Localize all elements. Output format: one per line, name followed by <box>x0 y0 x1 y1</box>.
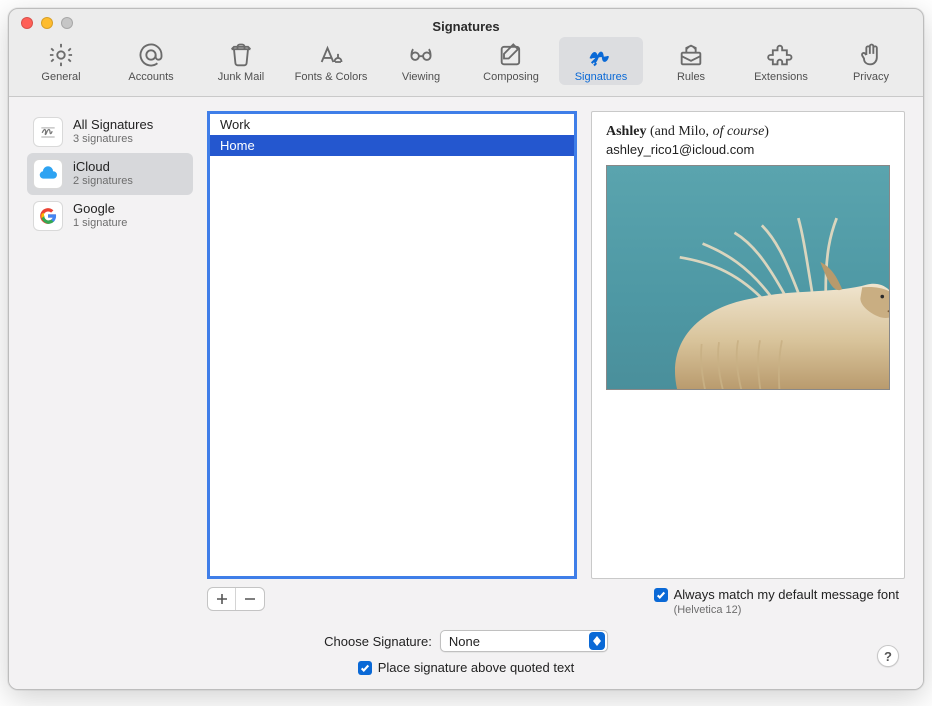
puzzle-icon <box>767 41 795 69</box>
account-count: 3 signatures <box>73 133 153 146</box>
toolbar-label: General <box>41 71 80 83</box>
toolbar-accounts[interactable]: Accounts <box>109 37 193 85</box>
checkbox-checked-icon <box>358 661 372 675</box>
account-google[interactable]: Google 1 signature <box>27 195 193 237</box>
accounts-column: All Signatures 3 signatures iCloud 2 sig… <box>27 111 193 579</box>
hand-icon <box>857 41 885 69</box>
signatures-list[interactable]: Work Home <box>207 111 577 579</box>
choose-signature-row: Choose Signature: None <box>27 630 905 652</box>
toolbar-label: Junk Mail <box>218 71 264 83</box>
toolbar-privacy[interactable]: Privacy <box>829 37 913 85</box>
signature-image <box>606 165 890 390</box>
signature-item-work[interactable]: Work <box>210 114 574 135</box>
toolbar-label: Viewing <box>402 71 440 83</box>
signature-item-home[interactable]: Home <box>210 135 574 156</box>
minimize-window-button[interactable] <box>41 17 53 29</box>
match-font-checkbox[interactable]: Always match my default message font <box>654 587 899 602</box>
toolbar-extensions[interactable]: Extensions <box>739 37 823 85</box>
google-icon <box>33 201 63 231</box>
match-font-detail: (Helvetica 12) <box>674 604 899 616</box>
trash-icon <box>227 41 255 69</box>
zoom-window-button[interactable] <box>61 17 73 29</box>
toolbar-label: Rules <box>677 71 705 83</box>
account-name: All Signatures <box>73 118 153 133</box>
add-signature-button[interactable] <box>208 588 236 610</box>
account-name: iCloud <box>73 160 133 175</box>
match-font-label: Always match my default message font <box>674 587 899 602</box>
toolbar-label: Accounts <box>128 71 173 83</box>
signature-name-bold: Ashley <box>606 124 646 139</box>
account-all-signatures[interactable]: All Signatures 3 signatures <box>27 111 193 153</box>
rules-icon <box>677 41 705 69</box>
signature-icon <box>587 41 615 69</box>
toolbar-label: Composing <box>483 71 539 83</box>
choose-signature-select[interactable]: None <box>440 630 608 652</box>
columns: All Signatures 3 signatures iCloud 2 sig… <box>9 97 923 583</box>
at-sign-icon <box>137 41 165 69</box>
add-remove-control <box>207 587 265 611</box>
preferences-window: Signatures General Accounts Junk Mail <box>8 8 924 690</box>
compose-icon <box>497 41 525 69</box>
window-title: Signatures <box>9 12 923 34</box>
toolbar-label: Fonts & Colors <box>295 71 368 83</box>
help-button[interactable]: ? <box>877 645 899 667</box>
toolbar-junkmail[interactable]: Junk Mail <box>199 37 283 85</box>
glasses-icon <box>407 41 435 69</box>
toolbar: General Accounts Junk Mail Fonts & Color… <box>9 37 923 97</box>
place-above-checkbox[interactable]: Place signature above quoted text <box>358 660 575 675</box>
content-area: All Signatures 3 signatures iCloud 2 sig… <box>9 97 923 689</box>
toolbar-fonts-colors[interactable]: Fonts & Colors <box>289 37 373 85</box>
window-controls <box>21 17 73 29</box>
toolbar-signatures[interactable]: Signatures <box>559 37 643 85</box>
select-arrows-icon <box>589 632 605 650</box>
toolbar-label: Extensions <box>754 71 808 83</box>
signature-email: ashley_rico1@icloud.com <box>606 142 890 157</box>
checkbox-checked-icon <box>654 588 668 602</box>
choose-signature-value: None <box>449 634 480 649</box>
signature-name-tail: ) <box>764 124 769 139</box>
place-above-row: Place signature above quoted text <box>27 660 905 675</box>
toolbar-composing[interactable]: Composing <box>469 37 553 85</box>
account-icloud[interactable]: iCloud 2 signatures <box>27 153 193 195</box>
choose-signature-label: Choose Signature: <box>324 634 432 649</box>
place-above-label: Place signature above quoted text <box>378 660 575 675</box>
toolbar-label: Signatures <box>575 71 628 83</box>
signature-stack-icon <box>33 117 63 147</box>
below-row: Always match my default message font (He… <box>9 583 923 616</box>
toolbar-general[interactable]: General <box>19 37 103 85</box>
signature-name-line: Ashley (and Milo, of course) <box>606 122 890 140</box>
toolbar-rules[interactable]: Rules <box>649 37 733 85</box>
signature-name-italic: of course <box>713 124 765 139</box>
remove-signature-button[interactable] <box>236 588 264 610</box>
account-count: 1 signature <box>73 217 127 230</box>
icloud-icon <box>33 159 63 189</box>
signature-name-rest: (and Milo, <box>646 124 712 139</box>
close-window-button[interactable] <box>21 17 33 29</box>
signature-preview[interactable]: Ashley (and Milo, of course) ashley_rico… <box>591 111 905 579</box>
toolbar-viewing[interactable]: Viewing <box>379 37 463 85</box>
account-count: 2 signatures <box>73 175 133 188</box>
gear-icon <box>47 41 75 69</box>
account-name: Google <box>73 202 127 217</box>
fonts-icon <box>317 41 345 69</box>
titlebar: Signatures <box>9 9 923 37</box>
toolbar-label: Privacy <box>853 71 889 83</box>
match-font-group: Always match my default message font (He… <box>654 587 905 616</box>
bottom-controls: Choose Signature: None Place signature a… <box>9 616 923 689</box>
